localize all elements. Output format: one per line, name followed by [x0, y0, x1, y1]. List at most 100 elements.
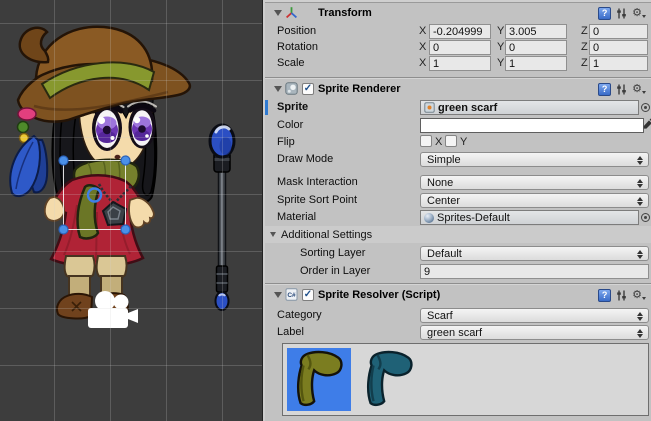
scene-view[interactable]	[0, 0, 263, 421]
flip-label: Flip	[277, 136, 295, 148]
axis-z-label: Z	[581, 57, 588, 69]
sprite-thumbnail-blue-scarf[interactable]	[357, 348, 421, 411]
mask-interaction-label: Mask Interaction	[277, 176, 358, 188]
inspector-top-edge	[265, 0, 651, 3]
category-dropdown[interactable]: Scarf	[420, 308, 649, 323]
draw-mode-label: Draw Mode	[277, 153, 333, 165]
presets-icon[interactable]	[616, 83, 627, 96]
additional-settings-row[interactable]: Additional Settings	[265, 226, 651, 243]
right-eye	[128, 102, 156, 149]
foldout-icon[interactable]	[274, 86, 282, 92]
presets-icon[interactable]	[616, 7, 627, 20]
help-icon[interactable]: ?	[598, 7, 611, 20]
color-swatch[interactable]	[420, 118, 644, 133]
dropdown-arrows-icon	[636, 312, 643, 322]
color-label: Color	[277, 119, 303, 131]
draw-mode-dropdown[interactable]: Simple	[420, 152, 649, 167]
object-picker-icon[interactable]	[641, 103, 650, 112]
position-x-field[interactable]	[429, 24, 491, 39]
mask-interaction-dropdown[interactable]: None	[420, 175, 649, 190]
help-icon[interactable]: ?	[598, 289, 611, 302]
unity-editor: Transform ? ⚙ Position X Y Z Rotation X	[0, 0, 651, 421]
rotation-label: Rotation	[277, 41, 318, 53]
selection-handle-bottom-right[interactable]	[121, 225, 130, 234]
gear-icon[interactable]: ⚙	[632, 7, 646, 20]
label-value: green scarf	[427, 327, 482, 339]
enabled-checkbox[interactable]: ✓	[302, 83, 314, 95]
component-separator	[265, 283, 651, 284]
character-sprite[interactable]	[10, 27, 190, 319]
flip-y-label: Y	[460, 136, 467, 148]
sprite-sort-point-value: Center	[427, 195, 460, 207]
axis-y-label: Y	[497, 57, 504, 69]
scale-label: Scale	[277, 57, 305, 69]
sprite-resolver-header[interactable]: C# ✓ Sprite Resolver (Script) ? ⚙	[265, 287, 651, 304]
sorting-layer-value: Default	[427, 248, 462, 260]
axis-z-label: Z	[581, 41, 588, 53]
axis-x-label: X	[419, 25, 426, 37]
sprite-label: Sprite	[277, 101, 308, 113]
position-z-field[interactable]	[589, 24, 648, 39]
material-value: Sprites-Default	[437, 212, 510, 224]
scale-z-field[interactable]	[589, 56, 648, 71]
additional-settings-label: Additional Settings	[281, 229, 372, 241]
dropdown-arrows-icon	[636, 197, 643, 207]
gear-icon[interactable]: ⚙	[632, 83, 646, 96]
sorting-layer-dropdown[interactable]: Default	[420, 246, 649, 261]
draw-mode-value: Simple	[427, 154, 461, 166]
svg-text:C#: C#	[287, 292, 296, 299]
rotation-z-field[interactable]	[589, 40, 648, 55]
eyedropper-icon[interactable]	[643, 117, 651, 131]
dropdown-arrows-icon	[636, 329, 643, 339]
material-sphere-icon	[424, 213, 434, 223]
foldout-icon[interactable]	[274, 10, 282, 16]
sprite-variant-panel	[282, 343, 649, 416]
foldout-icon[interactable]	[274, 292, 282, 298]
axis-y-label: Y	[497, 41, 504, 53]
transform-header[interactable]: Transform ? ⚙	[265, 5, 651, 22]
dropdown-arrows-icon	[636, 179, 643, 189]
dropdown-arrows-icon	[636, 250, 643, 260]
component-separator	[265, 77, 651, 78]
material-object-field[interactable]: Sprites-Default	[420, 210, 639, 225]
scarf-shape	[368, 352, 411, 405]
axis-z-label: Z	[581, 25, 588, 37]
dropdown-arrows-icon	[636, 156, 643, 166]
selection-handle-top-left[interactable]	[59, 156, 68, 165]
flip-y-checkbox[interactable]	[445, 135, 457, 147]
rotation-x-field[interactable]	[429, 40, 491, 55]
category-value: Scarf	[427, 310, 453, 322]
position-y-field[interactable]	[505, 24, 567, 39]
scarf-shape	[298, 352, 341, 405]
sprite-sort-point-dropdown[interactable]: Center	[420, 193, 649, 208]
mask-interaction-value: None	[427, 177, 453, 189]
category-label: Category	[277, 309, 322, 321]
object-picker-icon[interactable]	[641, 213, 650, 222]
hat	[18, 27, 190, 122]
sprite-renderer-header[interactable]: ✓ Sprite Renderer ? ⚙	[265, 81, 651, 98]
csharp-script-icon: C#	[285, 288, 298, 301]
order-in-layer-label: Order in Layer	[300, 265, 370, 277]
gear-icon[interactable]: ⚙	[632, 289, 646, 302]
selection-handle-top-right[interactable]	[121, 156, 130, 165]
component-title: Transform	[318, 7, 372, 19]
order-in-layer-field[interactable]	[420, 264, 649, 279]
transform-tool-icon	[285, 6, 298, 19]
flip-x-checkbox[interactable]	[420, 135, 432, 147]
rotation-y-field[interactable]	[505, 40, 567, 55]
label-dropdown[interactable]: green scarf	[420, 325, 649, 340]
sprite-thumbnail-green-scarf[interactable]	[287, 348, 351, 411]
selection-handle-bottom-left[interactable]	[59, 225, 68, 234]
scale-x-field[interactable]	[429, 56, 491, 71]
camera-gizmo[interactable]	[88, 291, 138, 328]
enabled-checkbox[interactable]: ✓	[302, 289, 314, 301]
presets-icon[interactable]	[616, 289, 627, 302]
label-label: Label	[277, 326, 304, 338]
sprite-object-field[interactable]: green scarf	[420, 100, 639, 115]
foldout-icon[interactable]	[270, 232, 276, 237]
sprite-renderer-icon	[285, 82, 298, 95]
material-label: Material	[277, 211, 316, 223]
help-icon[interactable]: ?	[598, 83, 611, 96]
scale-y-field[interactable]	[505, 56, 567, 71]
scene-canvas	[0, 0, 263, 421]
